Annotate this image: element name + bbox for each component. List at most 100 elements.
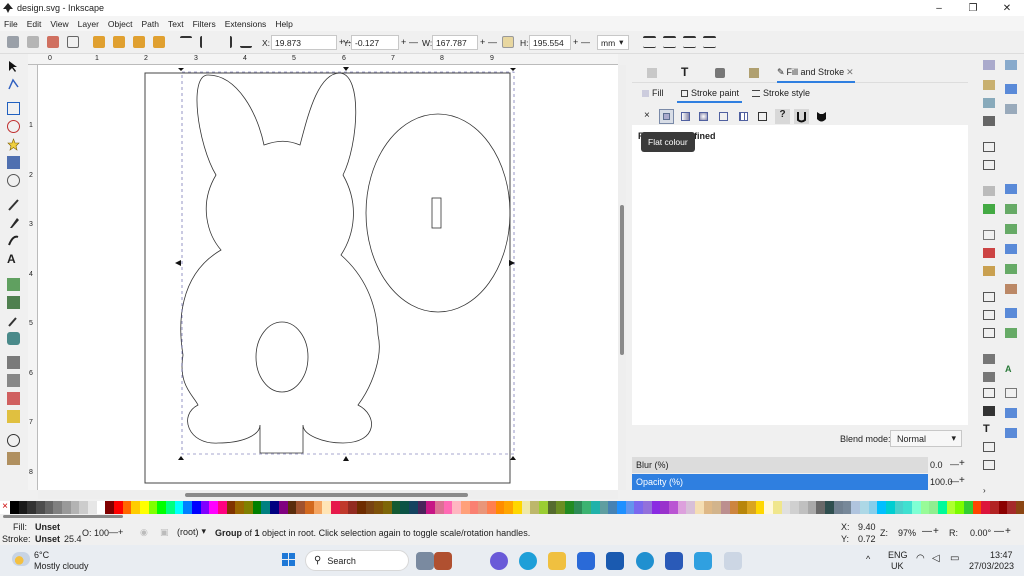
xml-editor-icon[interactable] <box>983 388 995 398</box>
vertical-ruler[interactable]: 1 2 3 4 5 6 7 8 <box>28 65 38 490</box>
select-all-icon[interactable] <box>7 36 19 48</box>
3d-box-tool-icon[interactable] <box>7 156 20 169</box>
copy-icon[interactable] <box>983 230 995 240</box>
palette-swatch[interactable] <box>504 501 513 514</box>
menu-text[interactable]: Text <box>168 19 184 29</box>
transform-corners-icon[interactable] <box>663 36 676 48</box>
taskbar-edge-icon[interactable] <box>519 552 537 570</box>
palette-swatch[interactable] <box>842 501 852 514</box>
palette-swatch[interactable] <box>226 501 236 514</box>
ungroup-icon[interactable] <box>983 372 995 382</box>
palette-swatch[interactable] <box>877 501 886 514</box>
zoom-minus-button[interactable]: — <box>922 526 932 537</box>
palette-swatch[interactable] <box>651 501 661 514</box>
palette-swatch[interactable] <box>460 501 470 514</box>
palette-swatch[interactable] <box>859 501 869 514</box>
transform-pattern-icon[interactable] <box>703 36 716 48</box>
horizontal-scroll-thumb[interactable] <box>185 493 468 497</box>
drawing-svg[interactable] <box>38 65 618 490</box>
palette-swatch[interactable] <box>382 501 392 514</box>
w-plus-button[interactable]: + <box>480 37 485 47</box>
fill-stroke-icon[interactable] <box>983 406 995 416</box>
radial-gradient-button[interactable] <box>699 112 708 121</box>
gradient-tool-icon[interactable] <box>7 278 20 291</box>
palette-swatch[interactable] <box>998 501 1008 514</box>
star-tool-icon[interactable] <box>7 138 20 151</box>
calligraphy-tool-icon[interactable] <box>7 234 20 247</box>
palette-swatch[interactable] <box>686 501 696 514</box>
taskbar-search[interactable]: ⚲ Search <box>305 550 409 571</box>
palette-swatch[interactable] <box>903 501 912 514</box>
tray-overflow-icon[interactable]: ^ <box>866 554 870 564</box>
linear-gradient-button[interactable] <box>681 112 690 121</box>
unset-paint-button[interactable]: ? <box>775 109 790 124</box>
palette-swatch[interactable] <box>530 501 539 514</box>
opacity-slider[interactable]: Opacity (%) <box>632 474 928 490</box>
palette-swatch[interactable] <box>825 501 834 514</box>
palette-swatch[interactable] <box>643 501 652 514</box>
language-region[interactable]: UK <box>891 561 904 571</box>
taskbar-outlook-icon[interactable] <box>606 552 624 570</box>
flip-vertical-icon[interactable] <box>153 36 165 48</box>
wifi-icon[interactable]: ◠ <box>916 553 925 564</box>
palette-swatch[interactable] <box>148 501 158 514</box>
stroke-indicator[interactable]: Unset <box>35 534 60 544</box>
menu-edit[interactable]: Edit <box>27 19 42 29</box>
select-all-layers-icon[interactable] <box>27 36 39 48</box>
y-field[interactable]: -0.127 <box>351 35 399 50</box>
node-tool-icon[interactable] <box>7 78 20 91</box>
x-field[interactable]: 19.873 <box>271 35 337 50</box>
palette-swatch[interactable] <box>157 501 167 514</box>
text-tool-icon[interactable]: A <box>7 252 20 266</box>
palette-swatch[interactable] <box>851 501 860 514</box>
palette-swatch[interactable] <box>989 501 999 514</box>
select-same-icon[interactable] <box>67 36 79 48</box>
palette-swatch[interactable] <box>582 501 592 514</box>
palette-swatch[interactable] <box>261 501 271 514</box>
clone-icon[interactable] <box>983 310 995 320</box>
palette-swatch[interactable] <box>911 501 921 514</box>
palette-swatch[interactable] <box>44 501 54 514</box>
palette-swatch[interactable] <box>799 501 808 514</box>
palette-swatch[interactable] <box>183 501 193 514</box>
palette-swatch[interactable] <box>443 501 453 514</box>
maximize-button[interactable]: ❐ <box>956 0 990 16</box>
palette-swatch[interactable] <box>408 501 418 514</box>
palette-swatch[interactable] <box>712 501 722 514</box>
palette-swatch[interactable] <box>79 501 89 514</box>
y-minus-button[interactable]: — <box>409 37 418 47</box>
more-commands-icon[interactable]: › <box>983 486 995 496</box>
palette-swatch[interactable] <box>972 501 982 514</box>
ellipse-tool-icon[interactable] <box>7 120 20 133</box>
snap-guide-icon[interactable] <box>1005 428 1017 438</box>
text-font-icon[interactable]: T <box>983 424 995 435</box>
taskbar-photos-icon[interactable] <box>416 552 434 570</box>
menu-file[interactable]: File <box>4 19 18 29</box>
palette-swatch[interactable] <box>634 501 644 514</box>
rotate-cw-icon[interactable] <box>113 36 125 48</box>
palette-swatch[interactable] <box>868 501 878 514</box>
fill-rule-evenodd-button[interactable] <box>794 109 809 124</box>
color-palette[interactable]: × <box>0 501 1024 514</box>
flip-horizontal-icon[interactable] <box>133 36 145 48</box>
blend-mode-select[interactable]: Normal ▾ <box>890 430 962 447</box>
align-distribute-icon[interactable] <box>983 460 995 470</box>
palette-swatch[interactable] <box>18 501 28 514</box>
palette-swatch[interactable] <box>538 501 548 514</box>
palette-swatch[interactable] <box>70 501 80 514</box>
rotate-ccw-icon[interactable] <box>93 36 105 48</box>
taskbar-inkscape-icon[interactable] <box>724 552 742 570</box>
menu-path[interactable]: Path <box>141 19 159 29</box>
mesh-tool-icon[interactable] <box>7 296 20 309</box>
palette-swatch[interactable] <box>955 501 964 514</box>
palette-swatch[interactable] <box>1007 501 1016 514</box>
zoom-plus-button[interactable]: + <box>933 526 939 537</box>
rotation-field[interactable]: 0.00° <box>970 528 991 538</box>
palette-swatch[interactable] <box>192 501 201 514</box>
palette-swatch[interactable] <box>755 501 765 514</box>
print-icon[interactable] <box>983 116 995 126</box>
cut-icon[interactable] <box>983 248 995 258</box>
weather-desc[interactable]: Mostly cloudy <box>34 561 89 571</box>
snap-intersection-icon[interactable] <box>1005 224 1017 234</box>
raise-icon[interactable] <box>200 36 212 48</box>
